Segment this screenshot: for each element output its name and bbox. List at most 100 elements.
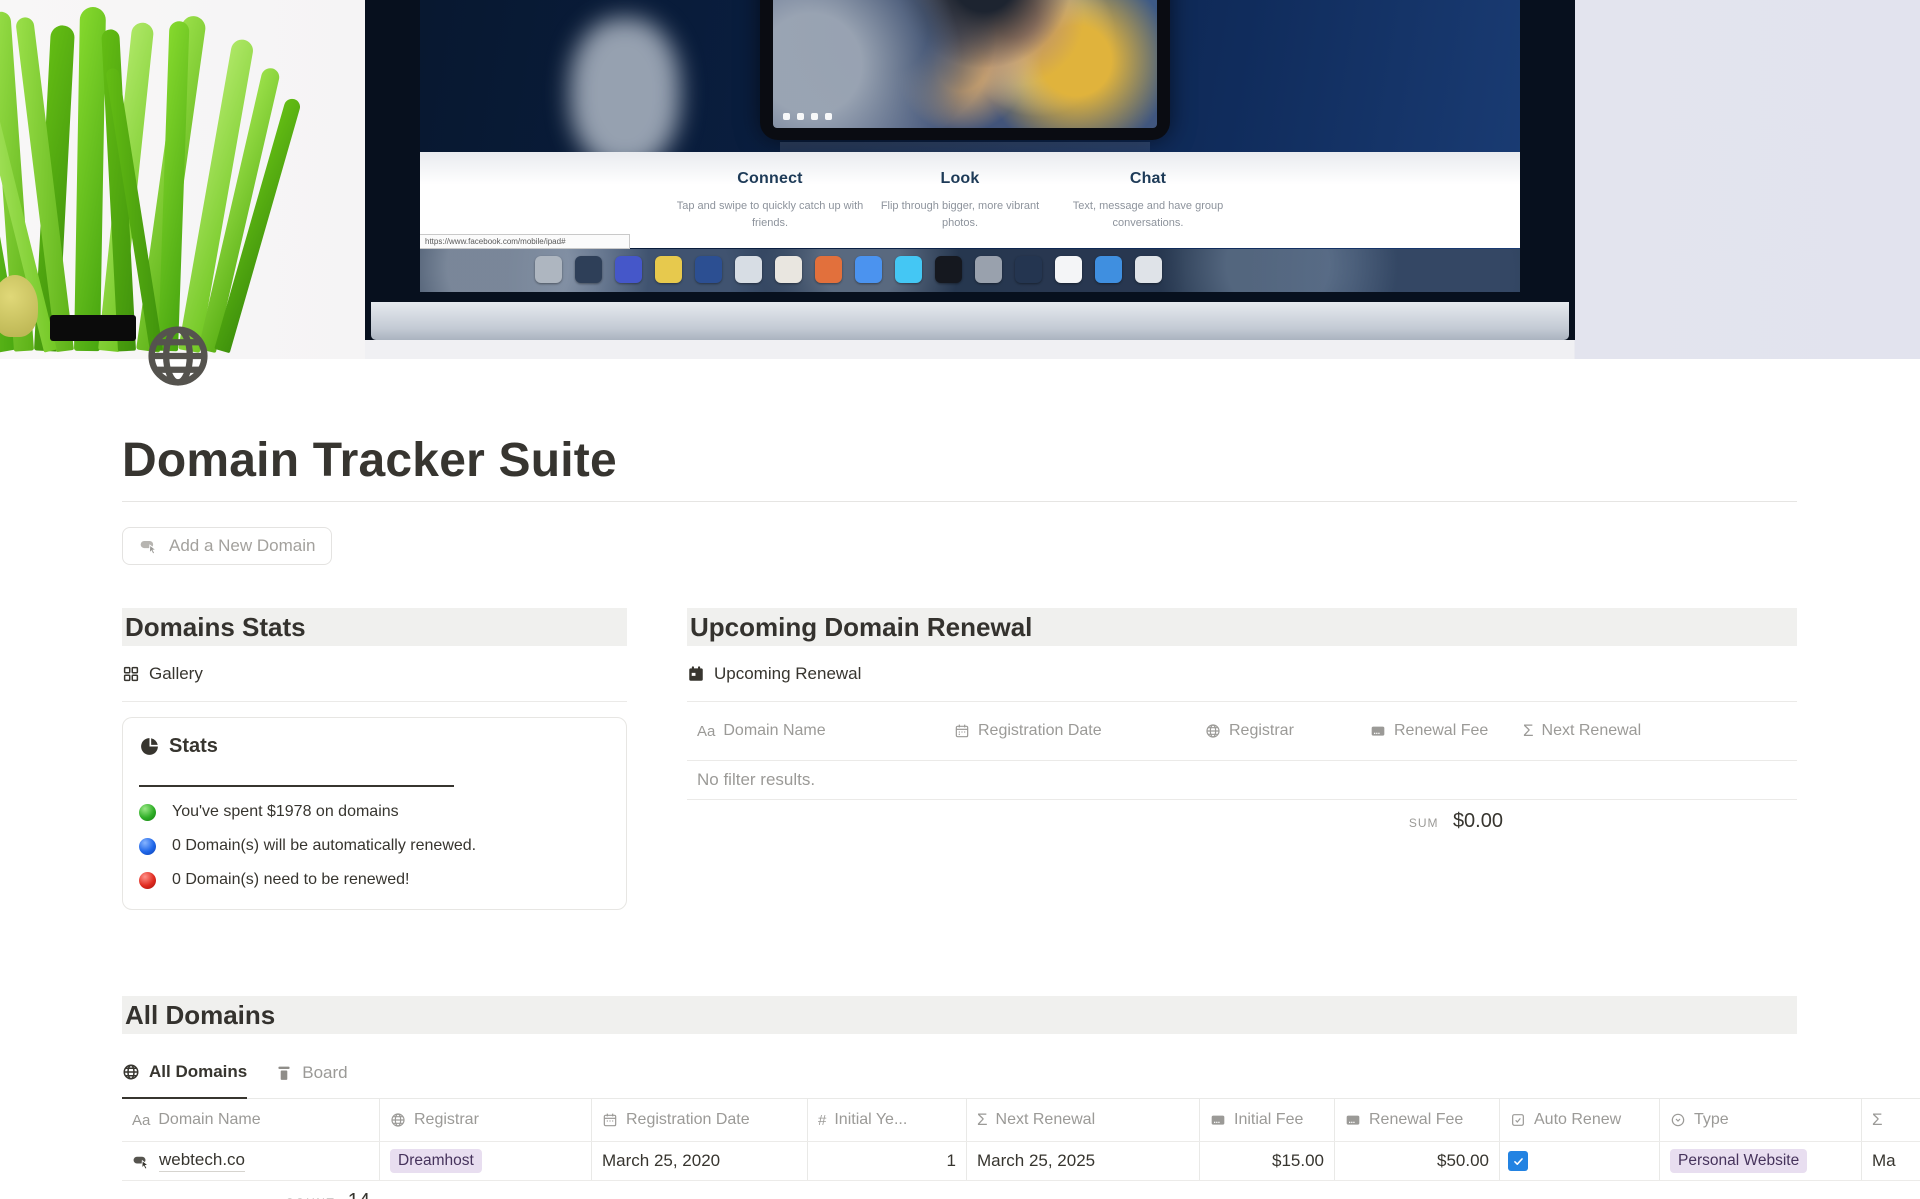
column-label: Auto Renew bbox=[1534, 1111, 1621, 1129]
calendar-icon bbox=[602, 1112, 618, 1128]
column-label: Domain Name bbox=[158, 1111, 260, 1129]
feature-title: Look bbox=[865, 170, 1055, 188]
type-tag: Personal Website bbox=[1670, 1149, 1807, 1174]
grass-blade bbox=[74, 7, 106, 351]
dock-app-icon bbox=[1055, 256, 1082, 283]
page-cover-image[interactable]: Connect Tap and swipe to quickly catch u… bbox=[0, 0, 1920, 359]
globe-icon bbox=[122, 1063, 140, 1081]
column-header-auto-renew[interactable]: Auto Renew bbox=[1500, 1099, 1660, 1141]
cover-imac-frame: Connect Tap and swipe to quickly catch u… bbox=[365, 0, 1575, 340]
dock-app-icon bbox=[895, 256, 922, 283]
dock-app-icon bbox=[695, 256, 722, 283]
table-row-webtech[interactable]: webtech.co Dreamhost March 25, 2020 1 Ma… bbox=[122, 1142, 1920, 1181]
feature-desc: Flip through bigger, more vibrant photos… bbox=[865, 198, 1055, 232]
column-header-renewal-fee[interactable]: Renewal Fee bbox=[1335, 1099, 1500, 1141]
domains-stats-heading: Domains Stats bbox=[122, 608, 627, 646]
grass-blade bbox=[158, 21, 190, 351]
column-label: Next Renewal bbox=[1542, 722, 1642, 740]
all-domains-table-header: Aa Domain Name Registrar bbox=[122, 1099, 1920, 1142]
tab-label: All Domains bbox=[149, 1062, 247, 1082]
feature-title: Chat bbox=[1053, 170, 1243, 188]
credit-card-icon bbox=[1370, 723, 1386, 739]
blue-circle-icon bbox=[139, 838, 156, 855]
column-label: Registration Date bbox=[978, 722, 1102, 740]
cover-ipad-photo bbox=[773, 0, 1157, 128]
sum-row[interactable]: SUM $0.00 bbox=[687, 810, 1513, 833]
text-type-icon: Aa bbox=[132, 1112, 150, 1129]
stat-item-auto-renewed: 0 Domain(s) will be automatically renewe… bbox=[139, 837, 610, 855]
credit-card-icon bbox=[1345, 1112, 1361, 1128]
checkbox-icon bbox=[1510, 1112, 1526, 1128]
column-header-registrar[interactable]: Registrar bbox=[1195, 722, 1360, 740]
column-label: Registration Date bbox=[626, 1111, 750, 1129]
dock-app-icon bbox=[1015, 256, 1042, 283]
view-tab-upcoming-renewal[interactable]: Upcoming Renewal bbox=[687, 664, 861, 684]
cover-feature-look: Look Flip through bigger, more vibrant p… bbox=[865, 170, 1055, 232]
cover-feature-connect: Connect Tap and swipe to quickly catch u… bbox=[675, 170, 865, 232]
column-header-initial-years[interactable]: # Initial Ye... bbox=[808, 1099, 967, 1141]
column-label: Registrar bbox=[414, 1111, 479, 1129]
column-header-registration-date[interactable]: Registration Date bbox=[592, 1099, 808, 1141]
column-header-domain-name[interactable]: Aa Domain Name bbox=[687, 722, 944, 740]
view-tab-label: Gallery bbox=[149, 664, 203, 684]
cell-clipped[interactable]: Ma bbox=[1862, 1142, 1920, 1180]
dock-app-icon bbox=[1135, 256, 1162, 283]
column-header-next-renewal[interactable]: Σ Next Renewal bbox=[967, 1099, 1200, 1141]
column-label: Initial Fee bbox=[1234, 1111, 1303, 1129]
tab-all-domains[interactable]: All Domains bbox=[122, 1062, 247, 1099]
board-view-icon bbox=[275, 1064, 293, 1082]
formula-sigma-icon: Σ bbox=[1872, 1110, 1883, 1130]
cell-next-renewal[interactable]: March 25, 2025 bbox=[967, 1142, 1200, 1180]
dock-app-icon bbox=[535, 256, 562, 283]
cell-initial-years[interactable]: 1 bbox=[808, 1142, 967, 1180]
column-header-domain-name[interactable]: Aa Domain Name bbox=[122, 1099, 380, 1141]
count-row[interactable]: COUNT 14 bbox=[122, 1190, 380, 1199]
stat-text: 0 Domain(s) will be automatically renewe… bbox=[172, 837, 476, 855]
cell-type[interactable]: Personal Website bbox=[1660, 1142, 1862, 1180]
column-label: Renewal Fee bbox=[1369, 1111, 1463, 1129]
stat-text: 0 Domain(s) need to be renewed! bbox=[172, 871, 409, 889]
column-header-type[interactable]: Type bbox=[1660, 1099, 1862, 1141]
cover-imac-chin bbox=[371, 302, 1569, 340]
all-domains-heading: All Domains bbox=[122, 996, 1797, 1034]
column-label: Next Renewal bbox=[996, 1111, 1096, 1129]
divider bbox=[122, 501, 1797, 502]
sum-value: $0.00 bbox=[1453, 810, 1503, 832]
all-domains-table: Aa Domain Name Registrar bbox=[122, 1098, 1920, 1181]
calendar-icon bbox=[687, 665, 705, 683]
column-header-initial-fee[interactable]: Initial Fee bbox=[1200, 1099, 1335, 1141]
view-tab-gallery[interactable]: Gallery bbox=[122, 664, 203, 684]
cell-domain-name[interactable]: webtech.co bbox=[122, 1142, 380, 1180]
column-header-registrar[interactable]: Registrar bbox=[380, 1099, 592, 1141]
cover-ipad bbox=[760, 0, 1170, 140]
tab-board[interactable]: Board bbox=[275, 1063, 347, 1098]
registrar-tag: Dreamhost bbox=[390, 1149, 482, 1174]
column-header-registration-date[interactable]: Registration Date bbox=[944, 722, 1195, 740]
auto-renew-checkbox-checked[interactable] bbox=[1508, 1151, 1528, 1171]
cell-registrar[interactable]: Dreamhost bbox=[380, 1142, 592, 1180]
stats-card-title: Stats bbox=[169, 735, 218, 758]
column-label: Domain Name bbox=[723, 722, 825, 740]
cover-url-bar: https://www.facebook.com/mobile/ipad# bbox=[420, 234, 630, 249]
formula-sigma-icon: Σ bbox=[1523, 721, 1534, 741]
column-header-clipped[interactable]: Σ bbox=[1862, 1099, 1920, 1141]
no-filter-results-text: No filter results. bbox=[687, 761, 1797, 800]
cell-registration-date[interactable]: March 25, 2020 bbox=[592, 1142, 808, 1180]
cell-auto-renew[interactable] bbox=[1500, 1142, 1660, 1180]
green-circle-icon bbox=[139, 804, 156, 821]
cell-initial-fee[interactable]: $15.00 bbox=[1200, 1142, 1335, 1180]
column-header-next-renewal[interactable]: Σ Next Renewal bbox=[1513, 721, 1797, 741]
credit-card-icon bbox=[1210, 1112, 1226, 1128]
stats-gallery-card[interactable]: Stats You've spent $1978 on domains 0 Do… bbox=[122, 717, 627, 910]
dock-app-icon bbox=[1095, 256, 1122, 283]
dock-app-icon bbox=[815, 256, 842, 283]
upcoming-renewal-heading: Upcoming Domain Renewal bbox=[687, 608, 1797, 646]
upcoming-table-header: Aa Domain Name Registration Date bbox=[687, 702, 1797, 761]
page-icon-globe[interactable] bbox=[145, 323, 211, 389]
column-header-renewal-fee[interactable]: Renewal Fee bbox=[1360, 722, 1513, 740]
cell-renewal-fee[interactable]: $50.00 bbox=[1335, 1142, 1500, 1180]
dock-app-icon bbox=[935, 256, 962, 283]
add-new-domain-button[interactable]: Add a New Domain bbox=[122, 527, 332, 565]
gallery-view-row: Gallery bbox=[122, 646, 627, 702]
page-title[interactable]: Domain Tracker Suite bbox=[122, 359, 1797, 487]
